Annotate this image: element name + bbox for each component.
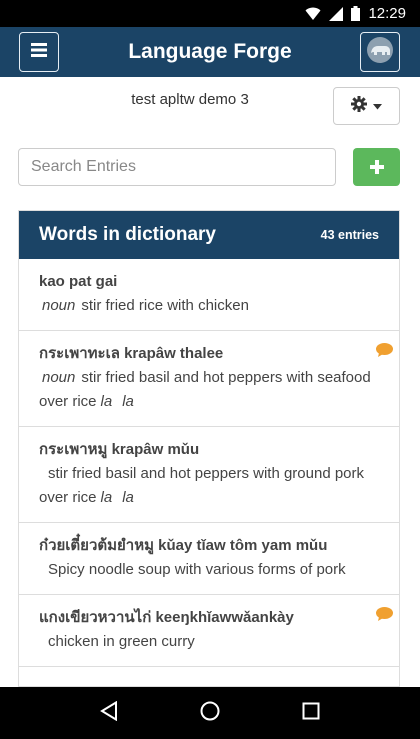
wifi-icon (305, 7, 321, 21)
list-item[interactable]: kao pat gai noun stir fried rice with chi… (19, 259, 399, 331)
status-time: 12:29 (368, 5, 406, 22)
entry-word: kao pat gai (39, 273, 118, 290)
status-bar: 12:29 (0, 0, 420, 27)
gear-icon (351, 95, 367, 117)
list-item[interactable]: กระเพาทะเล krapâw thalee noun stir fried … (19, 331, 399, 427)
entry-definition: stir fried basil and hot peppers with gr… (39, 465, 365, 506)
project-name: test apltw demo 3 (131, 91, 249, 108)
entry-definition: stir fried rice with chicken (81, 297, 249, 314)
entry-word: กระเพาทะเล krapâw thalee (39, 345, 224, 362)
system-nav-bar (0, 687, 420, 739)
entry-word: ก๋วยเตี๋ยวต้มยำหมู kǔay tǐaw tôm yam mǔu (39, 537, 328, 554)
entry-word: แกงเขียวหวานไก่ keeŋkhǐawwǎankày (39, 609, 294, 626)
add-entry-button[interactable] (353, 148, 400, 186)
back-icon[interactable] (100, 700, 118, 726)
entry-example: la (100, 489, 113, 506)
entry-example: la (122, 489, 134, 506)
battery-icon (351, 6, 361, 21)
words-panel-title: Words in dictionary (39, 224, 217, 245)
project-row: test apltw demo 3 (0, 77, 420, 129)
plus-icon (369, 153, 384, 181)
user-avatar-button[interactable] (360, 32, 400, 72)
words-panel: Words in dictionary 43 entries kao pat g… (18, 210, 400, 687)
list-item[interactable]: กระเพาหมู krapâw mǔu stir fried basil an… (19, 427, 399, 523)
comment-icon[interactable] (376, 341, 393, 365)
entry-word: กระเพาหมู krapâw mǔu (39, 441, 200, 458)
entry-example: la (100, 393, 113, 410)
entry-example: la (122, 393, 134, 410)
entry-pos: noun (42, 369, 76, 386)
search-input[interactable] (18, 148, 336, 186)
app-header: Language Forge (0, 27, 420, 77)
entry-definition: chicken in green curry (48, 633, 195, 650)
home-icon[interactable] (199, 700, 221, 727)
entry-definition: stir fried basil and hot peppers with se… (39, 369, 371, 410)
avatar-icon (366, 36, 394, 69)
recents-icon[interactable] (302, 702, 320, 725)
signal-icon (329, 6, 344, 21)
search-row (18, 148, 400, 186)
entry-pos: noun (42, 297, 76, 314)
entry-count: 43 entries (320, 228, 379, 242)
app-title: Language Forge (128, 40, 292, 63)
words-panel-header: Words in dictionary 43 entries (19, 211, 399, 259)
entry-definition: Spicy noodle soup with various forms of … (48, 561, 346, 578)
menu-button[interactable] (19, 32, 59, 72)
list-item[interactable]: แกงเขียวหวานไก่ keeŋkhǐawwǎankày chicken… (19, 595, 399, 667)
list-item[interactable]: ก๋วยเตี๋ยวต้มยำหมู kǔay tǐaw tôm yam mǔu… (19, 523, 399, 595)
settings-dropdown-button[interactable] (333, 87, 400, 125)
menu-icon (31, 42, 47, 62)
caret-down-icon (373, 97, 382, 115)
comment-icon[interactable] (376, 605, 393, 629)
